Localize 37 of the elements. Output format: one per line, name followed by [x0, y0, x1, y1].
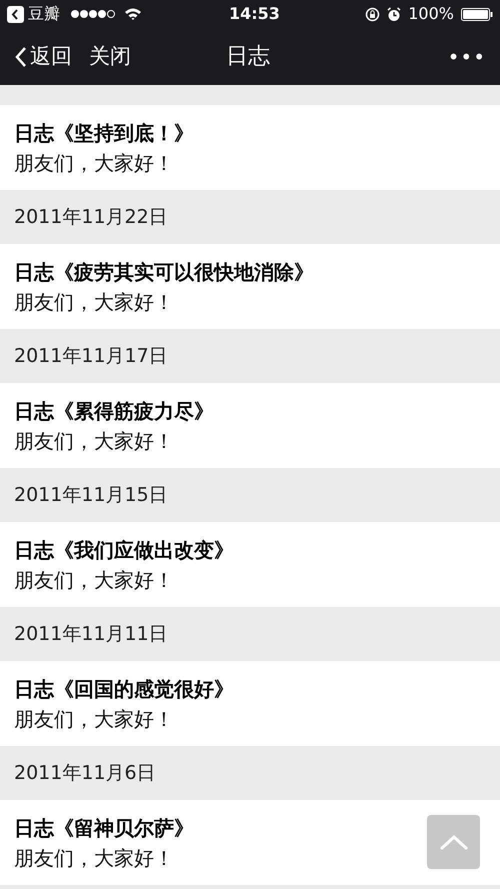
diary-summary: 朋友们，大家好！ — [14, 288, 175, 316]
diary-summary: 朋友们，大家好！ — [14, 844, 175, 872]
diary-list-item[interactable]: 日志《疲劳其实可以很快地消除》 朋友们，大家好！ — [0, 244, 500, 329]
diary-list-item[interactable]: 日志《我们应做出改变》 朋友们，大家好！ — [0, 522, 500, 607]
diary-summary: 朋友们，大家好！ — [14, 566, 175, 594]
diary-list-item[interactable]: 日志《回国的感觉很好》 朋友们，大家好！ — [0, 661, 500, 746]
diary-title: 日志《疲劳其实可以很快地消除》 — [14, 258, 315, 286]
close-button[interactable]: 关闭 — [89, 40, 131, 72]
alarm-clock-icon — [387, 6, 402, 22]
clock-time: 14:53 — [229, 3, 280, 25]
date-header: 2011年11月17日 — [14, 344, 168, 369]
diary-title: 日志《回国的感觉很好》 — [14, 676, 235, 702]
signal-icon — [70, 9, 116, 19]
battery-percentage: 100% — [408, 3, 454, 25]
date-header: 2011年11月15日 — [14, 482, 168, 508]
diary-title: 日志《留神贝尔萨》 — [14, 814, 195, 842]
rotation-lock-icon — [365, 6, 380, 22]
diary-summary: 朋友们，大家好！ — [14, 150, 175, 176]
chevron-up-icon — [440, 834, 468, 850]
page-title: 日志 — [226, 43, 270, 71]
date-header: 2011年11月6日 — [14, 760, 156, 786]
diary-summary: 朋友们，大家好！ — [14, 428, 175, 454]
diary-list-item[interactable]: 日志《留神贝尔萨》 朋友们，大家好！ — [0, 800, 500, 885]
wifi-icon — [124, 7, 142, 21]
diary-title: 日志《我们应做出改变》 — [14, 536, 235, 564]
diary-title: 日志《累得筋疲力尽》 — [14, 398, 215, 424]
diary-list-item[interactable]: 日志《累得筋疲力尽》 朋友们，大家好！ — [0, 383, 500, 468]
more-button[interactable]: ••• — [448, 42, 486, 72]
date-header: 2011年11月11日 — [14, 622, 168, 647]
diary-list-item[interactable]: 日志《坚持到底！》 朋友们，大家好！ — [0, 105, 500, 190]
battery-icon — [461, 8, 493, 20]
back-app-label[interactable]: 豆瓣 — [28, 2, 60, 26]
diary-title: 日志《坚持到底！》 — [14, 120, 195, 146]
back-button[interactable]: 返回 — [14, 40, 72, 72]
date-header: 2011年11月22日 — [14, 204, 168, 230]
diary-summary: 朋友们，大家好！ — [14, 706, 175, 732]
chevron-left-icon — [14, 46, 28, 68]
